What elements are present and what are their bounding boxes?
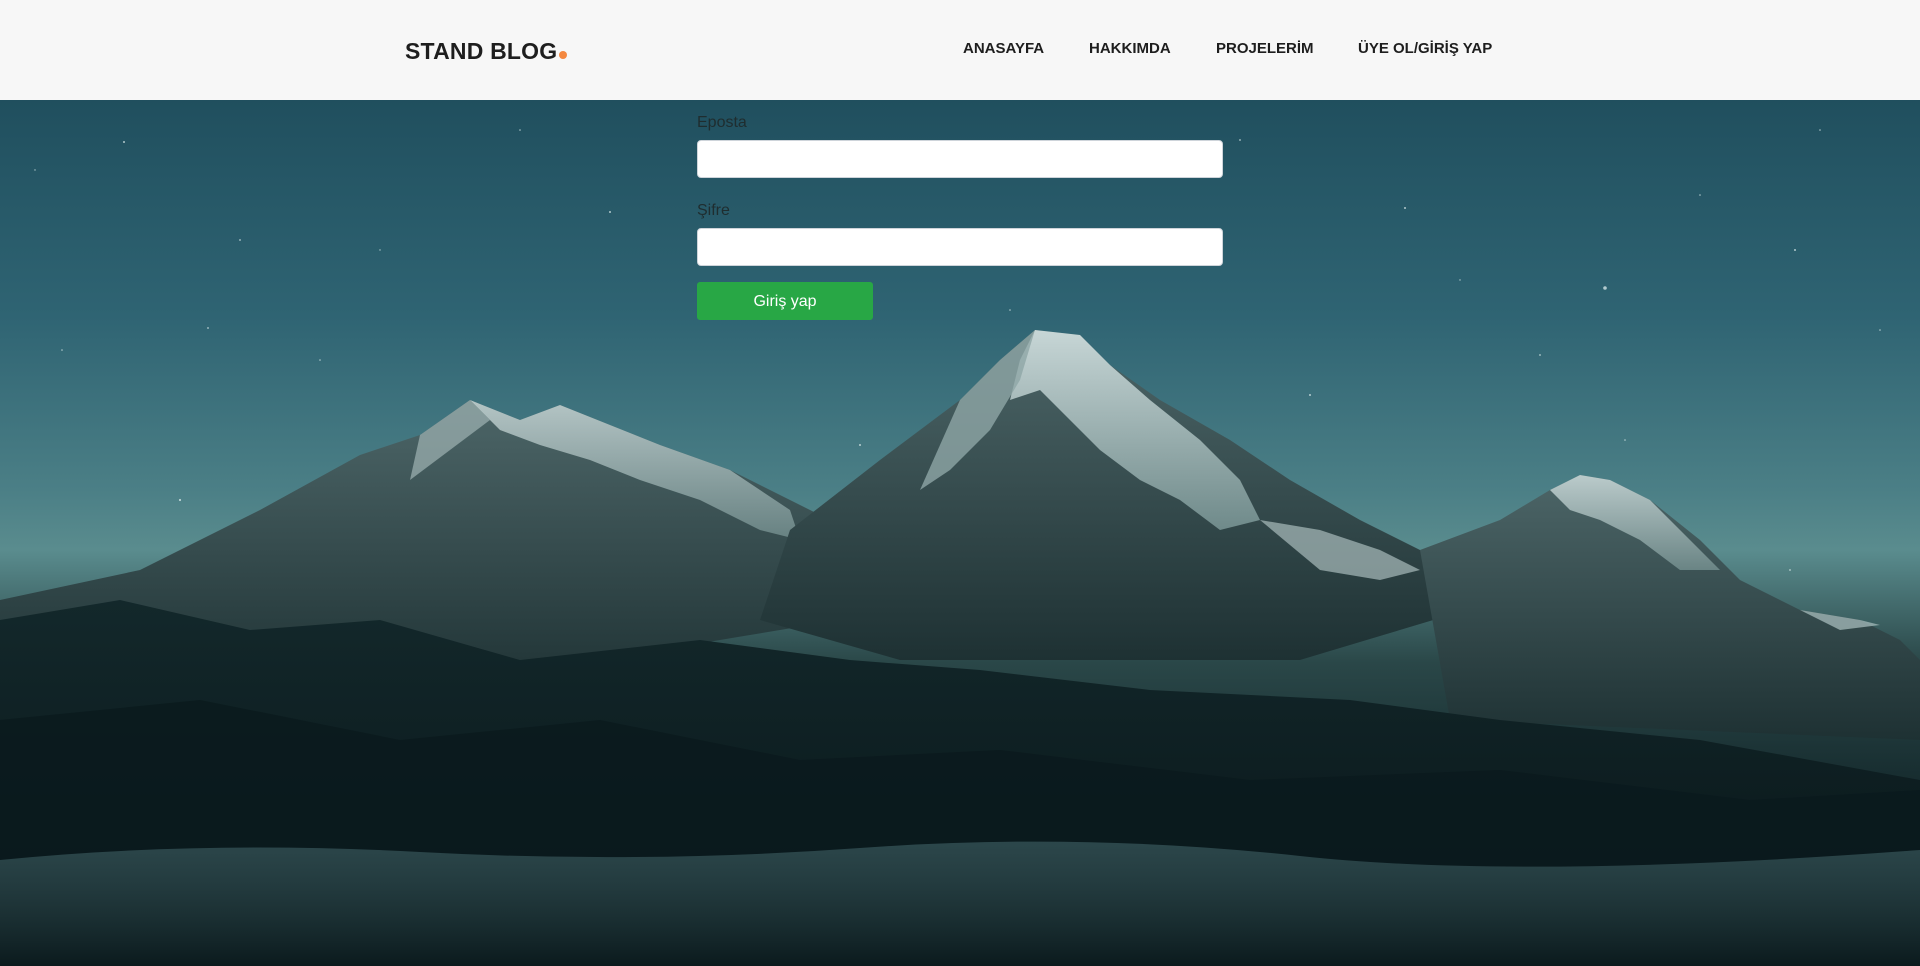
email-label: Eposta [697, 114, 747, 131]
site-logo[interactable]: STAND BLOG [405, 38, 568, 65]
nav-item-projelerim[interactable]: PROJELERİM [1216, 40, 1314, 57]
login-submit-button[interactable]: Giriş yap [697, 282, 873, 320]
nav-item-uye-ol-giris-yap[interactable]: ÜYE OL/GİRİŞ YAP [1358, 40, 1492, 57]
nav-item-anasayfa[interactable]: ANASAYFA [963, 40, 1044, 57]
password-field[interactable] [697, 228, 1223, 266]
login-form: Eposta Şifre Giriş yap [697, 114, 1223, 320]
nav-item-hakkimda[interactable]: HAKKIMDA [1089, 40, 1171, 57]
site-header: STAND BLOG ANASAYFA HAKKIMDA PROJELERİM … [0, 0, 1920, 100]
email-field[interactable] [697, 140, 1223, 178]
logo-dot [559, 51, 568, 59]
password-label: Şifre [697, 202, 730, 219]
logo-text: STAND BLOG [405, 38, 558, 64]
